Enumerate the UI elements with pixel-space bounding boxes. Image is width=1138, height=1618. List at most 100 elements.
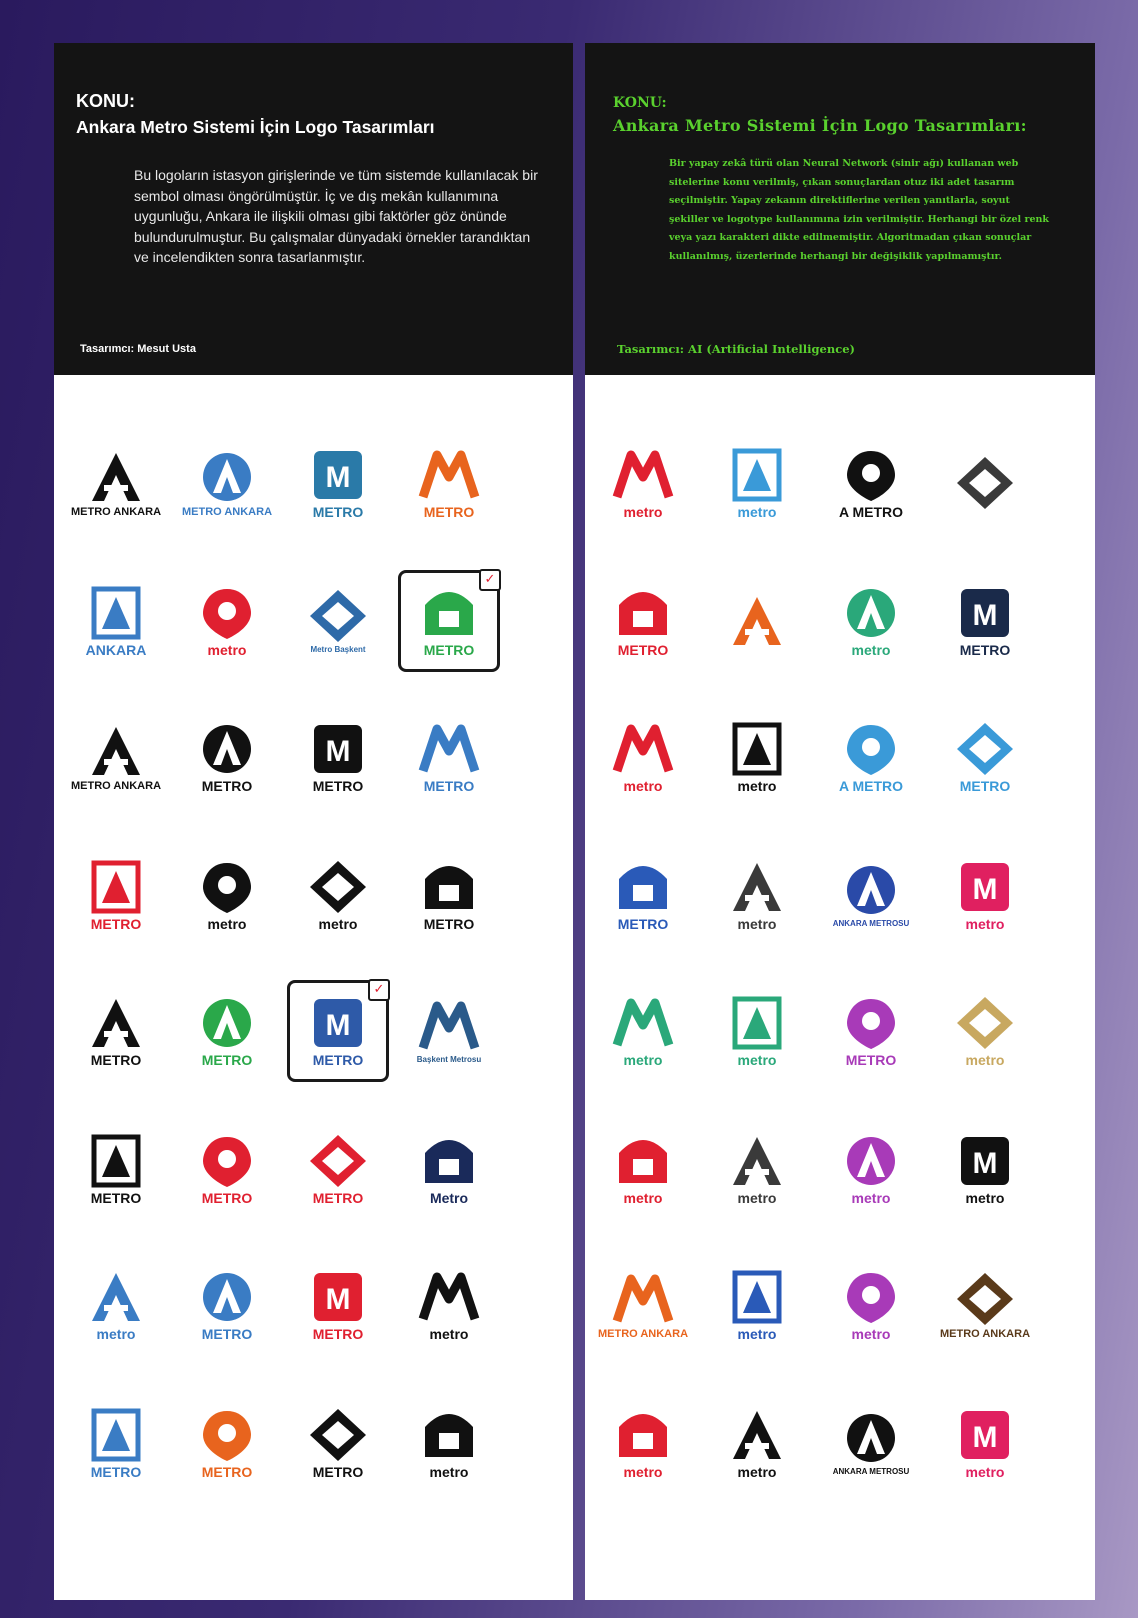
- left-logo-18: METRO: [167, 971, 287, 1091]
- right-logo-caption: METRO ANKARA: [597, 1327, 689, 1340]
- left-logo-caption: METRO: [312, 504, 364, 520]
- right-logo-caption: metro: [965, 1052, 1005, 1068]
- right-logo-caption: metro: [851, 1326, 891, 1342]
- right-logo-caption: metro: [851, 1190, 891, 1206]
- right-header: KONU: Ankara Metro Sistemi İçin Logo Tas…: [585, 43, 1095, 375]
- svg-text:M: M: [326, 735, 351, 768]
- right-logo-caption: metro: [623, 1190, 663, 1206]
- right-logo-8: M METRO: [925, 561, 1045, 681]
- left-logo-mark-icon: [84, 723, 148, 779]
- left-logo-mark-icon: [417, 998, 481, 1054]
- left-logo-caption: METRO: [423, 642, 475, 658]
- right-logo-caption: METRO ANKARA: [939, 1327, 1031, 1340]
- right-logo-mark-icon: [839, 1269, 903, 1325]
- right-logo-caption: METRO: [617, 916, 669, 932]
- left-logo-caption: METRO: [423, 504, 475, 520]
- right-logo-7: metro: [811, 561, 931, 681]
- left-logo-mark-icon: [84, 995, 148, 1051]
- svg-text:M: M: [973, 1421, 998, 1454]
- right-topic-label: KONU:: [613, 95, 667, 111]
- right-logo-caption: METRO: [845, 1052, 897, 1068]
- left-topic-label: KONU:: [76, 91, 135, 111]
- left-logo-mark-icon: [195, 995, 259, 1051]
- checkmark-icon: ✓: [368, 979, 390, 1001]
- left-designer: Tasarımcı: Mesut Usta: [80, 343, 196, 355]
- right-logo-caption: METRO: [617, 642, 669, 658]
- right-logo-12: METRO: [925, 697, 1045, 817]
- right-logo-caption: ANKARA METROSU: [832, 1467, 910, 1476]
- right-logo-caption: metro: [623, 504, 663, 520]
- svg-text:M: M: [973, 1147, 998, 1180]
- left-logo-mark-icon: [195, 585, 259, 641]
- right-logo-caption: metro: [965, 1464, 1005, 1480]
- right-logo-mark-icon: [725, 1269, 789, 1325]
- right-logo-mark-icon: [839, 1133, 903, 1189]
- right-logo-mark-icon: [611, 1133, 675, 1189]
- left-logo-mark-icon: [84, 1133, 148, 1189]
- left-logo-16: METRO: [389, 835, 509, 955]
- left-logo-mark-icon: [306, 1133, 370, 1189]
- left-topic-title: Ankara Metro Sistemi İçin Logo Tasarımla…: [76, 117, 435, 137]
- left-logo-mark-icon: M: [306, 447, 370, 503]
- right-panel: KONU: Ankara Metro Sistemi İçin Logo Tas…: [585, 43, 1095, 1600]
- right-logo-caption: METRO: [959, 642, 1011, 658]
- left-logo-caption: METRO ANKARA: [70, 505, 162, 518]
- selected-logo-frame: ✓ METRO: [398, 569, 501, 672]
- left-logo-8: ✓ METRO: [389, 561, 509, 681]
- right-logo-caption: metro: [737, 1326, 777, 1342]
- right-logo-mark-icon: [611, 585, 675, 641]
- left-logo-mark-icon: [84, 1407, 148, 1463]
- left-logo-mark-icon: [195, 859, 259, 915]
- left-logo-20: Başkent Metrosu: [389, 971, 509, 1091]
- right-logo-22: metro: [697, 1109, 817, 1229]
- left-logo-caption: METRO ANKARA: [70, 779, 162, 792]
- left-logo-29: METRO: [56, 1383, 176, 1503]
- left-logo-caption: metro: [429, 1464, 469, 1480]
- left-logo-caption: Metro Başkent: [310, 645, 366, 654]
- svg-text:M: M: [326, 461, 351, 494]
- left-logo-21: METRO: [56, 1109, 176, 1229]
- right-logo-mark-icon: [611, 995, 675, 1051]
- left-logo-caption: Metro: [429, 1190, 469, 1206]
- left-logo-caption: METRO: [312, 1190, 364, 1206]
- right-logo-caption: metro: [737, 1190, 777, 1206]
- svg-text:M: M: [326, 1009, 351, 1042]
- right-logo-caption: metro: [623, 1464, 663, 1480]
- left-logo-9: METRO ANKARA: [56, 697, 176, 817]
- left-logo-caption: METRO: [312, 1052, 364, 1068]
- left-logo-caption: metro: [207, 916, 247, 932]
- left-logo-mark-icon: [195, 1407, 259, 1463]
- right-logo-16: Mmetro: [925, 835, 1045, 955]
- right-logo-9: metro: [583, 697, 703, 817]
- left-logo-caption: METRO: [423, 916, 475, 932]
- left-logo-caption: METRO: [90, 1464, 142, 1480]
- right-logo-3: A METRO: [811, 423, 931, 543]
- left-logo-caption: METRO: [312, 1464, 364, 1480]
- left-logo-caption: metro: [96, 1326, 136, 1342]
- right-logo-mark-icon: [839, 721, 903, 777]
- right-logo-26: metro: [697, 1245, 817, 1365]
- svg-text:M: M: [326, 1283, 351, 1316]
- right-logo-mark-icon: [953, 721, 1017, 777]
- left-logo-caption: METRO: [201, 778, 253, 794]
- left-logo-caption: METRO: [201, 1326, 253, 1342]
- selected-logo-frame: ✓ M METRO: [287, 979, 390, 1082]
- left-logo-caption: METRO: [312, 778, 364, 794]
- left-logo-11: M METRO: [278, 697, 398, 817]
- left-logo-3: M METRO: [278, 423, 398, 543]
- right-logo-caption: A METRO: [838, 504, 904, 520]
- right-logo-caption: metro: [623, 1052, 663, 1068]
- left-logo-caption: metro: [429, 1326, 469, 1342]
- right-logo-caption: metro: [737, 1052, 777, 1068]
- left-logo-mark-icon: [306, 859, 370, 915]
- left-logo-2: METRO ANKARA: [167, 423, 287, 543]
- left-logo-31: METRO: [278, 1383, 398, 1503]
- left-logo-mark-icon: [306, 588, 370, 644]
- left-logo-17: METRO: [56, 971, 176, 1091]
- right-logo-mark-icon: [839, 585, 903, 641]
- left-header: KONU: Ankara Metro Sistemi İçin Logo Tas…: [54, 43, 573, 375]
- left-logo-mark-icon: [417, 1407, 481, 1463]
- right-logo-mark-icon: [725, 995, 789, 1051]
- left-logo-caption: METRO: [90, 1052, 142, 1068]
- right-logo-mark-icon: [611, 721, 675, 777]
